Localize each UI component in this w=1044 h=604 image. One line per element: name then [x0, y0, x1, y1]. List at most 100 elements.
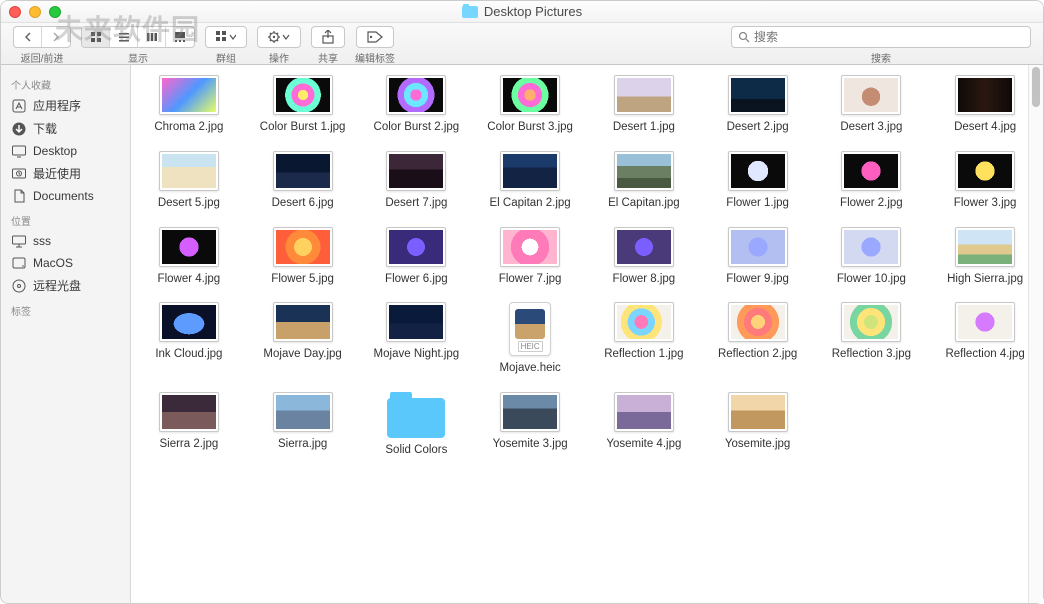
- titlebar[interactable]: Desktop Pictures: [1, 1, 1043, 23]
- file-name: Desert 5.jpg: [158, 197, 220, 211]
- file-item[interactable]: Sierra 2.jpg: [135, 392, 243, 458]
- download-icon: [11, 121, 27, 137]
- sidebar-item-label: MacOS: [33, 256, 73, 270]
- file-item[interactable]: Yosemite 4.jpg: [590, 392, 698, 458]
- file-item[interactable]: Flower 2.jpg: [818, 151, 926, 211]
- file-item[interactable]: Flower 9.jpg: [704, 227, 812, 287]
- sidebar-item[interactable]: 下载: [1, 117, 130, 140]
- file-item[interactable]: Desert 1.jpg: [590, 75, 698, 135]
- file-item[interactable]: Flower 1.jpg: [704, 151, 812, 211]
- file-item[interactable]: Flower 6.jpg: [363, 227, 471, 287]
- view-gallery-button[interactable]: [166, 27, 194, 47]
- image-thumbnail: [273, 227, 333, 267]
- file-item[interactable]: Mojave Day.jpg: [249, 302, 357, 376]
- sidebar-item[interactable]: Documents: [1, 185, 130, 207]
- file-item[interactable]: Flower 4.jpg: [135, 227, 243, 287]
- search-field[interactable]: [731, 26, 1031, 48]
- image-thumbnail: [273, 392, 333, 432]
- main-content[interactable]: Chroma 2.jpgColor Burst 1.jpgColor Burst…: [131, 65, 1043, 603]
- file-item[interactable]: El Capitan.jpg: [590, 151, 698, 211]
- zoom-button[interactable]: [49, 6, 61, 18]
- file-item[interactable]: Reflection 2.jpg: [704, 302, 812, 376]
- edit-tags-button[interactable]: [356, 26, 394, 48]
- file-item[interactable]: Yosemite 3.jpg: [476, 392, 584, 458]
- toolbar: 返回/前进 显示 群组 操作 共享 编辑标签: [1, 23, 1043, 65]
- image-thumbnail: [386, 151, 446, 191]
- search-input[interactable]: [754, 30, 1024, 44]
- file-item[interactable]: Mojave Night.jpg: [363, 302, 471, 376]
- file-item[interactable]: Desert 5.jpg: [135, 151, 243, 211]
- action-button[interactable]: [257, 26, 301, 48]
- finder-window: Desktop Pictures 未来软件园 返回/前进 显示 群组: [0, 0, 1044, 604]
- share-label: 共享: [318, 50, 338, 65]
- file-item[interactable]: Desert 4.jpg: [931, 75, 1039, 135]
- file-item[interactable]: Color Burst 3.jpg: [476, 75, 584, 135]
- image-thumbnail: [841, 151, 901, 191]
- file-item[interactable]: Desert 3.jpg: [818, 75, 926, 135]
- file-item[interactable]: Flower 10.jpg: [818, 227, 926, 287]
- image-thumbnail: [159, 392, 219, 432]
- image-thumbnail: [614, 392, 674, 432]
- action-label: 操作: [269, 50, 289, 65]
- file-name: Flower 10.jpg: [837, 273, 906, 287]
- file-item[interactable]: Sierra.jpg: [249, 392, 357, 458]
- file-item[interactable]: Desert 7.jpg: [363, 151, 471, 211]
- image-thumbnail: [386, 302, 446, 342]
- close-button[interactable]: [9, 6, 21, 18]
- sidebar-item[interactable]: MacOS: [1, 252, 130, 274]
- file-item[interactable]: Reflection 1.jpg: [590, 302, 698, 376]
- back-button[interactable]: [14, 27, 42, 47]
- file-item[interactable]: Yosemite.jpg: [704, 392, 812, 458]
- file-name: Reflection 4.jpg: [945, 348, 1024, 362]
- file-item[interactable]: Desert 2.jpg: [704, 75, 812, 135]
- scrollbar[interactable]: [1028, 65, 1043, 603]
- window-controls: [9, 6, 61, 18]
- file-item[interactable]: Reflection 3.jpg: [818, 302, 926, 376]
- sidebar-item[interactable]: 应用程序: [1, 94, 130, 117]
- file-name: Flower 7.jpg: [499, 273, 562, 287]
- file-item[interactable]: Flower 8.jpg: [590, 227, 698, 287]
- image-thumbnail: [955, 151, 1015, 191]
- file-item[interactable]: Ink Cloud.jpg: [135, 302, 243, 376]
- sidebar-item[interactable]: 远程光盘: [1, 274, 130, 297]
- file-name: Flower 9.jpg: [726, 273, 789, 287]
- sidebar-item[interactable]: 最近使用: [1, 162, 130, 185]
- file-item[interactable]: Flower 5.jpg: [249, 227, 357, 287]
- file-name: Chroma 2.jpg: [154, 121, 223, 135]
- file-name: Desert 3.jpg: [840, 121, 902, 135]
- search-group: 搜索: [731, 26, 1031, 65]
- image-thumbnail: [386, 227, 446, 267]
- file-item[interactable]: Flower 7.jpg: [476, 227, 584, 287]
- file-name: Flower 5.jpg: [271, 273, 334, 287]
- file-name: Sierra 2.jpg: [159, 438, 218, 452]
- scroll-thumb[interactable]: [1032, 67, 1040, 107]
- sidebar-item[interactable]: Desktop: [1, 140, 130, 162]
- file-name: Yosemite 4.jpg: [606, 438, 681, 452]
- file-name: Sierra.jpg: [278, 438, 327, 452]
- minimize-button[interactable]: [29, 6, 41, 18]
- file-name: Desert 6.jpg: [272, 197, 334, 211]
- file-item[interactable]: Chroma 2.jpg: [135, 75, 243, 135]
- sidebar-item-label: 下载: [33, 120, 57, 137]
- file-item[interactable]: HEICMojave.heic: [476, 302, 584, 376]
- file-item[interactable]: High Sierra.jpg: [931, 227, 1039, 287]
- view-list-button[interactable]: [110, 27, 138, 47]
- share-button[interactable]: [311, 26, 345, 48]
- file-name: El Capitan.jpg: [608, 197, 680, 211]
- file-item[interactable]: Color Burst 2.jpg: [363, 75, 471, 135]
- image-thumbnail: [728, 227, 788, 267]
- file-name: Yosemite 3.jpg: [493, 438, 568, 452]
- file-item[interactable]: Reflection 4.jpg: [931, 302, 1039, 376]
- file-item[interactable]: Flower 3.jpg: [931, 151, 1039, 211]
- file-item[interactable]: Desert 6.jpg: [249, 151, 357, 211]
- file-item[interactable]: El Capitan 2.jpg: [476, 151, 584, 211]
- forward-button[interactable]: [42, 27, 70, 47]
- sidebar-item[interactable]: sss: [1, 230, 130, 252]
- file-item[interactable]: Color Burst 1.jpg: [249, 75, 357, 135]
- group-button[interactable]: [205, 26, 247, 48]
- sidebar-item-label: 应用程序: [33, 97, 81, 114]
- file-item[interactable]: Solid Colors: [363, 392, 471, 458]
- view-icons-button[interactable]: [82, 27, 110, 47]
- view-label: 显示: [128, 50, 148, 65]
- view-columns-button[interactable]: [138, 27, 166, 47]
